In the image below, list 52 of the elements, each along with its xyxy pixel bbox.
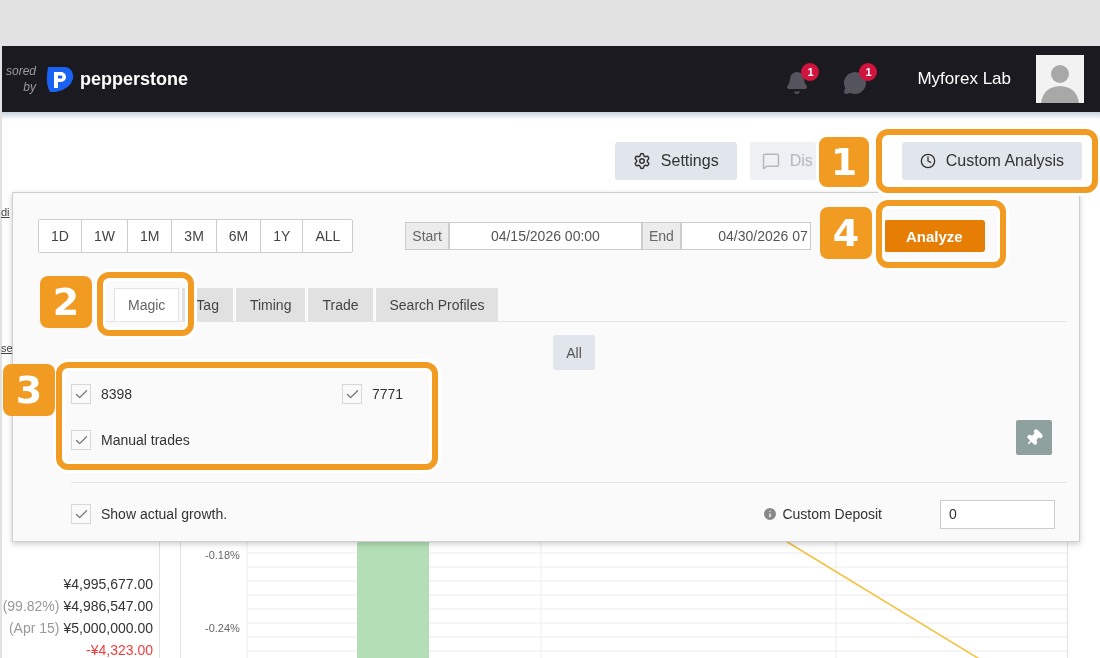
logo-icon — [44, 65, 74, 93]
option-label: 8398 — [101, 386, 133, 402]
end-label: End — [641, 222, 681, 250]
checkbox[interactable] — [71, 384, 91, 404]
speech-bubble-icon — [761, 152, 780, 170]
sponsor-text: sored by — [4, 63, 36, 95]
user-name[interactable]: Myforex Lab — [917, 69, 1011, 89]
pin-button[interactable] — [1016, 420, 1052, 455]
start-label: Start — [405, 222, 449, 250]
avatar[interactable] — [1036, 55, 1084, 103]
period-button[interactable]: 1D — [39, 220, 82, 252]
step-number: 2 — [40, 276, 92, 328]
custom-deposit-field[interactable]: 0 — [940, 499, 1055, 529]
summary-value: ¥4,986,547.00 — [63, 598, 153, 614]
custom-deposit-label: Custom Deposit — [782, 506, 882, 522]
summary-value: -¥4,323.00 — [86, 642, 153, 658]
tab[interactable]: Trade — [308, 288, 373, 321]
tab[interactable]: Search Profiles — [375, 288, 499, 321]
tab[interactable]: Timing — [235, 288, 306, 321]
summary-note: (99.82%) — [2, 598, 60, 614]
summary-note: (Apr 15) — [8, 620, 60, 636]
option-label: Manual trades — [101, 432, 190, 448]
message-count: 1 — [859, 63, 878, 81]
select-all-button[interactable]: All — [553, 335, 595, 370]
start-date-field[interactable]: 04/15/2026 00:00 — [448, 222, 642, 250]
summary-value: ¥5,000,000.00 — [63, 620, 153, 636]
axis-label: -0.18% — [205, 549, 240, 561]
step-number: 4 — [820, 207, 872, 259]
step-number: 1 — [819, 137, 869, 187]
option-label: Show actual growth. — [101, 506, 228, 522]
notification-count: 1 — [801, 63, 820, 81]
toolbar-button[interactable]: Custom Analysis — [901, 142, 1082, 180]
notifications[interactable]: 1 — [785, 63, 820, 95]
end-date-field[interactable]: 04/30/2026 07 — [680, 222, 811, 250]
settings-icon — [632, 152, 651, 170]
summary-value: ¥4,995,677.00 — [63, 576, 153, 592]
checkbox[interactable] — [342, 384, 362, 404]
chat-icon — [843, 71, 868, 95]
step-number: 3 — [3, 364, 55, 416]
messages[interactable]: 1 — [843, 63, 878, 95]
brand-name: pepperstone — [80, 68, 189, 90]
checkbox[interactable] — [71, 430, 91, 450]
option-label: 7771 — [372, 386, 404, 402]
cut-off-text: di — [1, 206, 10, 218]
toolbar-button[interactable]: Settings — [614, 142, 737, 180]
clock-icon — [919, 153, 936, 169]
tab[interactable]: Magic — [114, 288, 180, 321]
bell-icon — [785, 71, 810, 95]
axis-label: -0.24% — [205, 622, 240, 634]
checkbox[interactable] — [71, 504, 91, 524]
cut-off-text: se — [1, 342, 13, 354]
info-icon — [762, 506, 779, 522]
